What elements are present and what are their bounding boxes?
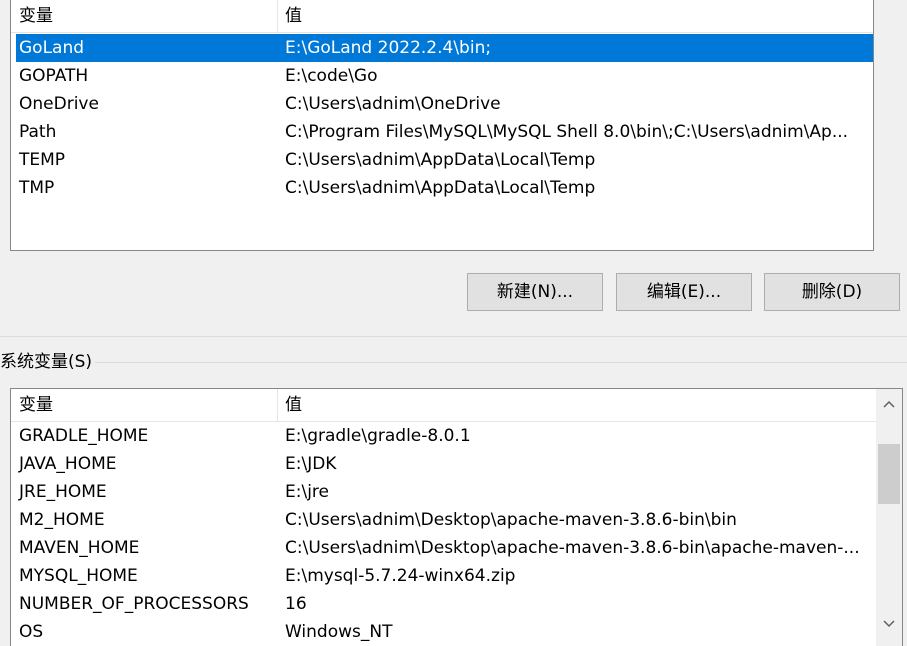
groupbox-line bbox=[95, 362, 907, 363]
variable-name: OneDrive bbox=[19, 94, 99, 114]
variable-name: NUMBER_OF_PROCESSORS bbox=[19, 594, 249, 614]
variable-value: C:\Users\adnim\Desktop\apache-maven-3.8.… bbox=[285, 510, 737, 530]
user-var-row-tmp[interactable]: TMP C:\Users\adnim\AppData\Local\Temp bbox=[11, 174, 873, 202]
sys-var-row-number-of-processors[interactable]: NUMBER_OF_PROCESSORS 16 bbox=[11, 590, 876, 618]
variable-name: TMP bbox=[19, 178, 55, 198]
system-variables-list[interactable]: 变量 值 GRADLE_HOME E:\gradle\gradle-8.0.1 … bbox=[10, 388, 903, 646]
variable-name: Path bbox=[19, 122, 57, 142]
variable-value: 16 bbox=[285, 594, 307, 614]
variable-value: C:\Program Files\MySQL\MySQL Shell 8.0\b… bbox=[285, 122, 849, 142]
column-header-value[interactable]: 值 bbox=[285, 389, 302, 422]
chevron-down-icon[interactable] bbox=[876, 611, 902, 637]
variable-value: Windows_NT bbox=[285, 622, 393, 642]
variable-value: E:\jre bbox=[285, 482, 329, 502]
user-var-row-onedrive[interactable]: OneDrive C:\Users\adnim\OneDrive bbox=[11, 90, 873, 118]
user-var-row-path[interactable]: Path C:\Program Files\MySQL\MySQL Shell … bbox=[11, 118, 873, 146]
sys-var-row-mysql-home[interactable]: MYSQL_HOME E:\mysql-5.7.24-winx64.zip bbox=[11, 562, 876, 590]
variable-name: GRADLE_HOME bbox=[19, 426, 149, 446]
column-header-variable[interactable]: 变量 bbox=[19, 389, 53, 422]
variable-name: JAVA_HOME bbox=[19, 454, 117, 474]
user-variables-header: 变量 值 bbox=[11, 0, 873, 33]
variable-name: GoLand bbox=[19, 38, 85, 58]
variable-value: E:\JDK bbox=[285, 454, 337, 474]
system-variables-label: 系统变量(S) bbox=[0, 352, 93, 372]
variable-name: GOPATH bbox=[19, 66, 89, 86]
sys-var-row-jre-home[interactable]: JRE_HOME E:\jre bbox=[11, 478, 876, 506]
user-variables-list[interactable]: 变量 值 GoLand E:\GoLand 2022.2.4\bin; GOPA… bbox=[10, 0, 874, 251]
new-button[interactable]: 新建(N)... bbox=[467, 273, 603, 311]
variable-value: C:\Users\adnim\Desktop\apache-maven-3.8.… bbox=[285, 538, 860, 558]
edit-button[interactable]: 编辑(E)... bbox=[616, 273, 752, 311]
column-header-variable[interactable]: 变量 bbox=[19, 0, 53, 33]
scrollbar-thumb[interactable] bbox=[878, 444, 900, 504]
delete-button[interactable]: 删除(D) bbox=[764, 273, 900, 311]
user-var-row-goland[interactable]: GoLand E:\GoLand 2022.2.4\bin; bbox=[16, 34, 873, 62]
sys-var-row-gradle-home[interactable]: GRADLE_HOME E:\gradle\gradle-8.0.1 bbox=[11, 422, 876, 450]
sys-var-row-m2-home[interactable]: M2_HOME C:\Users\adnim\Desktop\apache-ma… bbox=[11, 506, 876, 534]
variable-name: MAVEN_HOME bbox=[19, 538, 140, 558]
variable-value: E:\gradle\gradle-8.0.1 bbox=[285, 426, 471, 446]
variable-value: E:\mysql-5.7.24-winx64.zip bbox=[285, 566, 516, 586]
vertical-scrollbar[interactable] bbox=[876, 389, 902, 646]
variable-name: TEMP bbox=[19, 150, 66, 170]
variable-value: C:\Users\adnim\OneDrive bbox=[285, 94, 501, 114]
sys-var-row-os[interactable]: OS Windows_NT bbox=[11, 618, 876, 646]
user-var-row-temp[interactable]: TEMP C:\Users\adnim\AppData\Local\Temp bbox=[11, 146, 873, 174]
variable-name: MYSQL_HOME bbox=[19, 566, 138, 586]
column-divider[interactable] bbox=[277, 389, 278, 421]
variable-name: JRE_HOME bbox=[19, 482, 107, 502]
variable-name: M2_HOME bbox=[19, 510, 105, 530]
system-variables-header: 变量 值 bbox=[11, 389, 876, 422]
variable-value: C:\Users\adnim\AppData\Local\Temp bbox=[285, 150, 596, 170]
sys-var-row-maven-home[interactable]: MAVEN_HOME C:\Users\adnim\Desktop\apache… bbox=[11, 534, 876, 562]
variable-value: E:\GoLand 2022.2.4\bin; bbox=[285, 38, 492, 58]
system-variables-rows: GRADLE_HOME E:\gradle\gradle-8.0.1 JAVA_… bbox=[11, 422, 876, 646]
section-divider bbox=[0, 336, 907, 337]
user-var-row-gopath[interactable]: GOPATH E:\code\Go bbox=[11, 62, 873, 90]
sys-var-row-java-home[interactable]: JAVA_HOME E:\JDK bbox=[11, 450, 876, 478]
variable-value: C:\Users\adnim\AppData\Local\Temp bbox=[285, 178, 596, 198]
column-header-value[interactable]: 值 bbox=[285, 0, 302, 33]
column-divider[interactable] bbox=[277, 0, 278, 32]
chevron-up-icon[interactable] bbox=[876, 391, 902, 417]
variable-name: OS bbox=[19, 622, 44, 642]
variable-value: E:\code\Go bbox=[285, 66, 378, 86]
user-variables-rows: GoLand E:\GoLand 2022.2.4\bin; GOPATH E:… bbox=[11, 34, 873, 202]
